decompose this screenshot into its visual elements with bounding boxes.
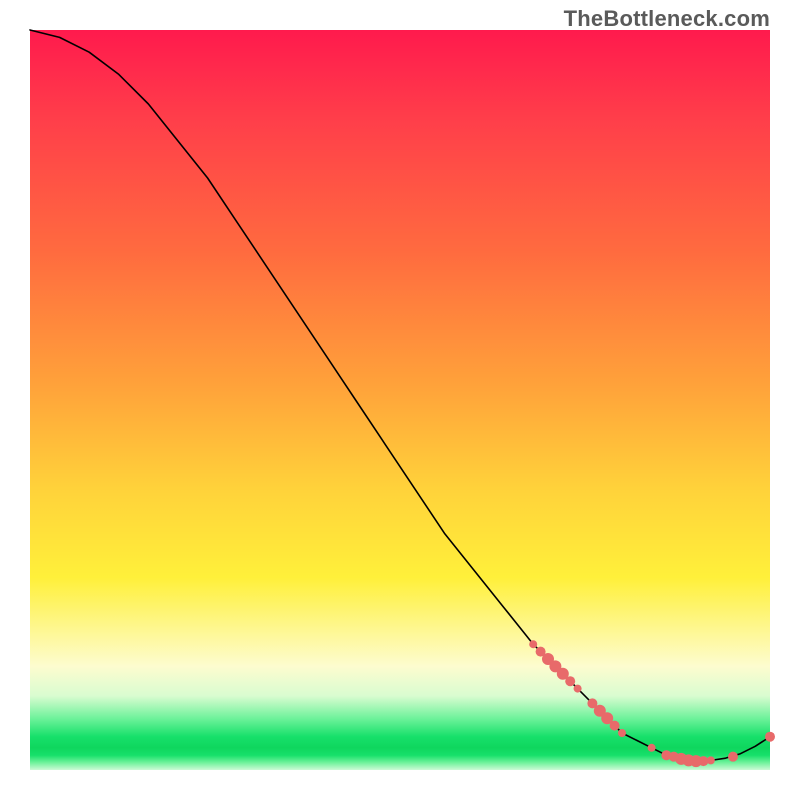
data-point <box>610 721 620 731</box>
data-point <box>574 685 582 693</box>
watermark-label: TheBottleneck.com <box>564 6 770 32</box>
data-point <box>728 752 738 762</box>
data-point <box>707 756 715 764</box>
data-point <box>565 676 575 686</box>
bottleneck-chart: TheBottleneck.com <box>0 0 800 800</box>
bottleneck-curve <box>30 30 770 761</box>
data-point <box>529 640 537 648</box>
data-point <box>648 744 656 752</box>
data-points-group <box>529 640 775 767</box>
data-point <box>765 732 775 742</box>
data-point <box>618 729 626 737</box>
chart-overlay <box>30 30 770 770</box>
